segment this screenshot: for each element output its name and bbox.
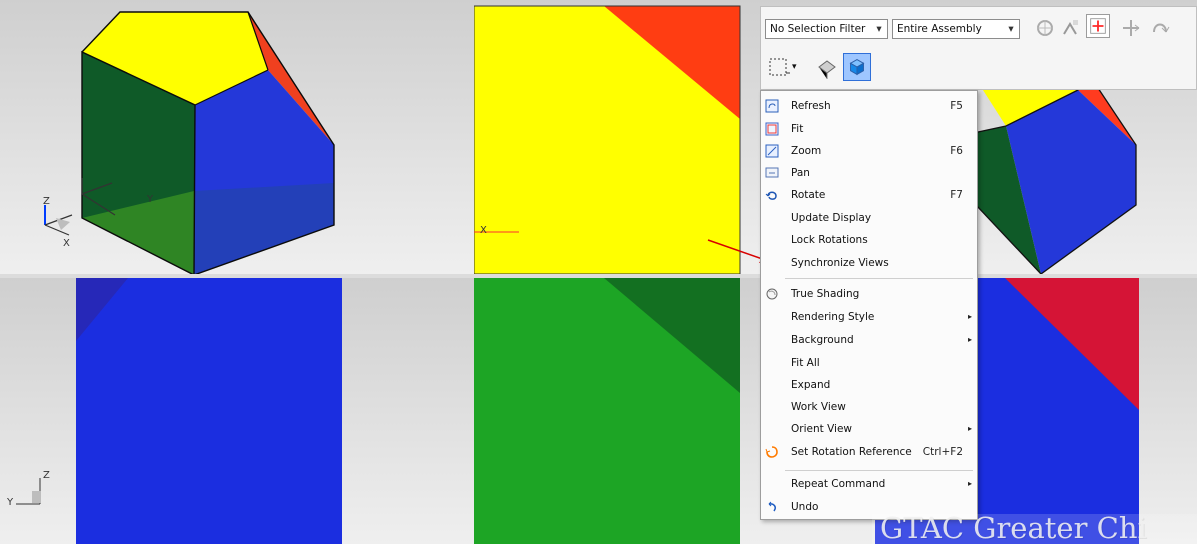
menu-item-background[interactable]: Background ▸ [761, 329, 977, 351]
menu-label-fit-all: Fit All [791, 357, 820, 369]
view-icon[interactable] [843, 53, 871, 81]
menu-item-rotate[interactable]: Rotate F7 [761, 184, 977, 206]
point-icon[interactable] [1086, 14, 1110, 38]
workspace[interactable]: Z Y X Z X Z Y [0, 0, 1197, 544]
lower-left-axis-marker [32, 491, 41, 503]
lower-left-blue-face [76, 278, 342, 544]
menu-label-zoom: Zoom [791, 145, 822, 157]
menu-item-repeat-command[interactable]: Repeat Command ▸ [761, 473, 977, 495]
selection-toolbar: No Selection Filter ▾ Entire Assembly ▾ … [760, 6, 1197, 90]
dropdown-arrow-icon[interactable]: ▾ [792, 58, 804, 76]
pan-icon [765, 166, 779, 180]
menu-separator [785, 278, 973, 279]
submenu-arrow-icon: ▸ [967, 424, 972, 433]
menu-item-rendering-style[interactable]: Rendering Style ▸ [761, 306, 977, 328]
menu-label-synchronize-views: Synchronize Views [791, 257, 889, 269]
menu-label-repeat-command: Repeat Command [791, 478, 886, 490]
shaded-icon[interactable] [815, 55, 839, 79]
x-axis-label: X [63, 238, 70, 249]
menu-label-refresh: Refresh [791, 100, 831, 112]
shortcut-set-rotation-reference: Ctrl+F2 [922, 446, 963, 458]
zoom-icon [765, 144, 779, 158]
shortcut-zoom: F6 [950, 145, 963, 157]
chevron-down-icon: ▾ [1008, 23, 1014, 35]
menu-label-update-display: Update Display [791, 212, 872, 224]
assembly-icon[interactable] [1033, 16, 1057, 40]
lower-left-y-axis-label: Y [7, 497, 14, 508]
menu-label-background: Background [791, 334, 854, 346]
lower-middle-view-svg [474, 278, 740, 544]
front-view-svg [474, 5, 741, 274]
redo-icon[interactable] [1148, 16, 1172, 40]
menu-label-undo: Undo [791, 501, 819, 513]
assembly-scope-value: Entire Assembly [897, 23, 982, 35]
lower-left-viewport[interactable]: Z Y [0, 278, 474, 544]
menu-item-orient-view[interactable]: Orient View ▸ [761, 418, 977, 440]
menu-item-update-display[interactable]: Update Display [761, 207, 977, 229]
menu-item-set-rotation-reference[interactable]: Set Rotation Reference Ctrl+F2 [761, 441, 977, 463]
chevron-down-icon: ▾ [876, 23, 882, 35]
menu-item-expand[interactable]: Expand [761, 374, 977, 396]
assembly-scope-dropdown[interactable]: Entire Assembly ▾ [892, 19, 1020, 39]
true-shading-icon [765, 287, 779, 301]
isometric-model-svg [44, 11, 335, 274]
menu-label-fit: Fit [791, 123, 804, 135]
menu-item-work-view[interactable]: Work View [761, 396, 977, 418]
menu-item-fit-all[interactable]: Fit All [761, 352, 977, 374]
menu-item-synchronize-views[interactable]: Synchronize Views [761, 252, 977, 274]
refresh-icon [765, 99, 779, 113]
selection-filter-dropdown[interactable]: No Selection Filter ▾ [765, 19, 888, 39]
menu-label-work-view: Work View [791, 401, 846, 413]
menu-item-true-shading[interactable]: True Shading [761, 283, 977, 305]
menu-label-expand: Expand [791, 379, 831, 391]
lower-middle-viewport[interactable] [474, 278, 761, 544]
front-viewport[interactable]: Z X [474, 0, 761, 274]
y-axis-label: Y [147, 194, 154, 205]
submenu-arrow-icon: ▸ [967, 312, 972, 321]
menu-label-rotate: Rotate [791, 189, 826, 201]
move-icon[interactable] [1119, 16, 1143, 40]
shortcut-refresh: F5 [950, 100, 963, 112]
shortcut-rotate: F7 [950, 189, 963, 201]
front-x-axis-label: X [480, 225, 487, 236]
view-context-menu: Refresh F5 Fit Zoom F6 Pan Rotate F7 Upd… [760, 90, 978, 520]
menu-item-refresh[interactable]: Refresh F5 [761, 95, 977, 117]
menu-item-zoom[interactable]: Zoom F6 [761, 140, 977, 162]
menu-label-orient-view: Orient View [791, 423, 852, 435]
lower-left-z-axis-label: Z [43, 470, 50, 481]
rotate-icon [765, 188, 779, 202]
submenu-arrow-icon: ▸ [967, 335, 972, 344]
selection-filter-value: No Selection Filter [770, 23, 866, 35]
submenu-arrow-icon: ▸ [967, 479, 972, 488]
snap-icon[interactable] [1059, 16, 1083, 40]
z-axis-label: Z [43, 196, 50, 207]
menu-item-lock-rotations[interactable]: Lock Rotations [761, 229, 977, 251]
rotation-reference-icon [765, 445, 779, 459]
menu-label-set-rotation-reference: Set Rotation Reference [791, 446, 912, 458]
box-select-icon[interactable] [766, 55, 790, 79]
isometric-viewport[interactable]: Z Y X [0, 0, 474, 274]
watermark-text: GTAC Greater Chi [872, 512, 1197, 544]
menu-label-true-shading: True Shading [791, 288, 860, 300]
lower-left-view-svg [16, 278, 342, 544]
menu-item-pan[interactable]: Pan [761, 162, 977, 184]
right-blue-lower-face [194, 183, 334, 274]
menu-separator [785, 470, 973, 471]
menu-label-pan: Pan [791, 167, 810, 179]
menu-label-rendering-style: Rendering Style [791, 311, 875, 323]
undo-icon [765, 500, 779, 514]
fit-icon [765, 122, 779, 136]
menu-item-fit[interactable]: Fit [761, 118, 977, 140]
menu-label-lock-rotations: Lock Rotations [791, 234, 868, 246]
